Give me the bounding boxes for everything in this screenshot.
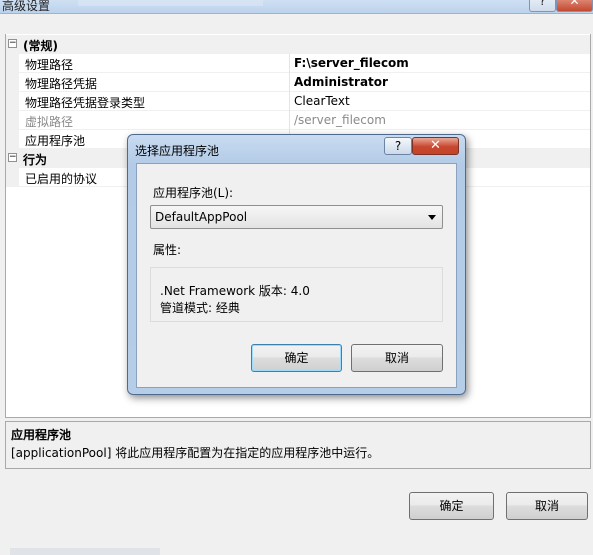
- dialog-ok-button[interactable]: 确定: [251, 344, 342, 372]
- cancel-button[interactable]: 取消: [506, 492, 588, 520]
- row-margin: [6, 168, 19, 187]
- dialog-cancel-button[interactable]: 取消: [351, 344, 443, 372]
- row-margin: [6, 111, 19, 130]
- properties-box: .Net Framework 版本: 4.0 管道模式: 经典: [150, 267, 443, 322]
- title-bar-blur: [78, 0, 263, 6]
- column-divider: [289, 54, 290, 73]
- category-general[interactable]: − (常规): [6, 35, 590, 54]
- pipeline-mode-text: 管道模式: 经典: [160, 301, 240, 315]
- property-row-physical-path[interactable]: 物理路径 F:\server_filecom: [6, 54, 590, 73]
- row-margin: [6, 92, 19, 111]
- window-title: 高级设置: [2, 0, 51, 13]
- chevron-down-icon: [428, 215, 436, 220]
- property-name: 已启用的协议: [25, 172, 98, 186]
- window-title-bar: 高级设置 ? ✕: [0, 0, 593, 14]
- minus-box-icon[interactable]: −: [8, 153, 17, 162]
- row-margin: [6, 73, 19, 92]
- property-value: /server_filecom: [294, 113, 386, 127]
- window-close-button[interactable]: ✕: [556, 0, 593, 12]
- property-value: F:\server_filecom: [294, 56, 409, 70]
- description-panel: 应用程序池 [applicationPool] 将此应用程序配置为在指定的应用程…: [5, 421, 591, 469]
- category-label: 行为: [23, 153, 48, 167]
- app-pool-dropdown[interactable]: DefaultAppPool: [150, 205, 443, 229]
- property-row-virtual-path[interactable]: 虚拟路径 /server_filecom: [6, 111, 590, 130]
- column-divider: [289, 92, 290, 111]
- question-icon: ?: [394, 139, 402, 153]
- properties-label: 属性:: [153, 243, 182, 257]
- window-help-button[interactable]: ?: [529, 0, 556, 12]
- property-value: ClearText: [294, 94, 350, 108]
- category-label: (常规): [23, 39, 58, 53]
- description-title: 应用程序池: [11, 428, 72, 442]
- column-divider: [289, 111, 290, 130]
- close-icon: ✕: [430, 138, 441, 153]
- row-margin: [6, 130, 19, 149]
- dialog-body: 应用程序池(L): DefaultAppPool 属性: .Net Framew…: [136, 163, 457, 388]
- property-row-credentials[interactable]: 物理路径凭据 Administrator: [6, 73, 590, 92]
- dialog-close-button[interactable]: ✕: [412, 137, 459, 155]
- app-pool-selected-value: DefaultAppPool: [155, 210, 248, 224]
- property-name: 应用程序池: [25, 134, 86, 148]
- close-icon: ✕: [569, 0, 580, 8]
- description-text: [applicationPool] 将此应用程序配置为在指定的应用程序池中运行。: [11, 446, 380, 460]
- dialog-title: 选择应用程序池: [135, 144, 220, 158]
- property-row-logon-type[interactable]: 物理路径凭据登录类型 ClearText: [6, 92, 590, 111]
- framework-version-text: .Net Framework 版本: 4.0: [160, 284, 310, 298]
- property-value: Administrator: [294, 75, 388, 89]
- question-icon: ?: [539, 0, 546, 8]
- background-window-edge: [10, 548, 160, 555]
- row-margin: [6, 54, 19, 73]
- property-name: 物理路径: [25, 58, 74, 72]
- select-app-pool-dialog: 选择应用程序池 ? ✕ 应用程序池(L): DefaultAppPool 属性:…: [127, 134, 466, 395]
- column-divider: [289, 73, 290, 92]
- dialog-help-button[interactable]: ?: [384, 137, 412, 155]
- property-name: 物理路径凭据登录类型: [25, 96, 146, 110]
- app-pool-label: 应用程序池(L):: [153, 186, 234, 200]
- property-name: 物理路径凭据: [25, 77, 98, 91]
- ok-button[interactable]: 确定: [409, 492, 494, 520]
- property-name: 虚拟路径: [25, 115, 74, 129]
- minus-box-icon[interactable]: −: [8, 39, 17, 48]
